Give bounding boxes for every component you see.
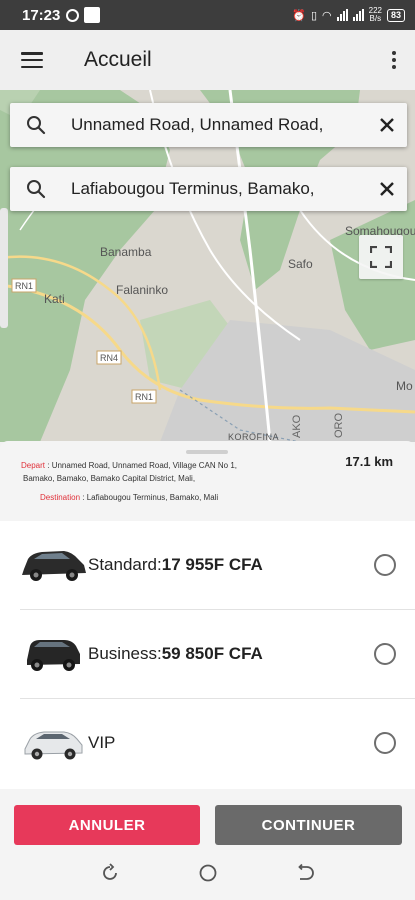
more-vertical-icon[interactable] xyxy=(386,45,402,75)
notification-square-icon xyxy=(84,7,101,23)
route-destination: Destination : Lafiabougou Terminus, Bama… xyxy=(40,493,218,502)
battery-icon: 83 xyxy=(386,8,405,22)
continue-button[interactable]: CONTINUER xyxy=(215,805,402,845)
route-distance: 17.1 km xyxy=(345,454,393,469)
notification-icons xyxy=(66,7,101,23)
origin-input[interactable]: Unnamed Road, Unnamed Road, xyxy=(71,115,367,135)
wifi-icon: ◠ xyxy=(322,9,332,22)
vibrate-icon: ▯ xyxy=(310,9,318,22)
depart-line1: : Unnamed Road, Unnamed Road, Village CA… xyxy=(47,461,237,470)
close-icon[interactable] xyxy=(367,117,407,133)
network-speed: 222 B/s xyxy=(368,6,382,23)
map-label-falaninko: Falaninko xyxy=(116,283,168,297)
origin-search-field[interactable]: Unnamed Road, Unnamed Road, xyxy=(10,103,407,147)
map-label-kati: Kati xyxy=(44,292,65,306)
map-label-rn4: RN4 xyxy=(100,353,118,363)
suv-car-icon xyxy=(22,551,86,581)
ride-option-business[interactable]: Business:59 850F CFA xyxy=(0,610,415,698)
map-label-mo: Mo xyxy=(396,379,413,393)
search-icon xyxy=(26,115,62,135)
signal-icon-2 xyxy=(352,9,364,21)
ride-option-label: Standard:17 955F CFA xyxy=(88,555,263,574)
route-summary-panel: Depart : Unnamed Road, Unnamed Road, Vil… xyxy=(0,441,415,521)
status-time: 17:23 xyxy=(22,6,61,24)
map-label-ako: AKO xyxy=(291,414,303,438)
map-label-safo: Safo xyxy=(288,257,313,271)
depart-line2: Bamako, Bamako, Bamako Capital District,… xyxy=(23,474,196,483)
signal-icon xyxy=(336,9,348,21)
ride-option-standard[interactable]: Standard:17 955F CFA xyxy=(0,521,415,609)
ride-option-radio[interactable] xyxy=(374,732,396,754)
destination-input[interactable]: Lafiabougou Terminus, Bamako, xyxy=(71,179,367,199)
depart-label: Depart xyxy=(21,461,46,470)
ride-option-vip[interactable]: VIP xyxy=(0,699,415,787)
system-nav-bar xyxy=(0,849,415,900)
back-icon[interactable] xyxy=(293,861,317,885)
suv-car-icon xyxy=(27,640,80,671)
home-icon[interactable] xyxy=(196,861,220,885)
ride-option-label: Business:59 850F CFA xyxy=(88,644,263,663)
drag-handle[interactable] xyxy=(186,450,228,454)
ride-option-label: VIP xyxy=(88,733,116,752)
notification-app-icon xyxy=(66,8,80,22)
ride-options-list: Standard:17 955F CFA Business:59 850F CF… xyxy=(0,521,415,789)
alarm-icon: ⏰ xyxy=(292,9,306,22)
destination-value: : Lafiabougou Terminus, Bamako, Mali xyxy=(82,493,219,502)
recent-apps-icon[interactable] xyxy=(98,861,122,885)
status-bar: 17:23 ⏰ ▯ ◠ 222 B/s 83 xyxy=(0,0,415,30)
destination-label: Destination xyxy=(40,493,81,502)
map-edge-tab xyxy=(0,208,8,328)
white-suv-car-icon xyxy=(24,731,83,760)
map-label-oro: ORO xyxy=(333,413,345,439)
page-title: Accueil xyxy=(84,48,152,71)
map-label-rn1-b: RN1 xyxy=(135,392,153,402)
ride-option-radio[interactable] xyxy=(374,643,396,665)
cancel-button[interactable]: ANNULER xyxy=(14,805,200,845)
map-label-banamba: Banamba xyxy=(100,245,152,259)
search-icon xyxy=(26,179,62,199)
bottom-actions: ANNULER CONTINUER xyxy=(0,789,415,849)
destination-search-field[interactable]: Lafiabougou Terminus, Bamako, xyxy=(10,167,407,211)
fullscreen-icon[interactable] xyxy=(359,235,403,279)
route-departure: Depart : Unnamed Road, Unnamed Road, Vil… xyxy=(21,459,311,485)
map-label-rn1-a: RN1 xyxy=(15,281,33,291)
app-bar: Accueil xyxy=(0,30,415,90)
ride-option-radio[interactable] xyxy=(374,554,396,576)
hamburger-icon[interactable] xyxy=(21,52,43,68)
close-icon[interactable] xyxy=(367,181,407,197)
status-right: ⏰ ▯ ◠ 222 B/s 83 xyxy=(292,7,405,23)
